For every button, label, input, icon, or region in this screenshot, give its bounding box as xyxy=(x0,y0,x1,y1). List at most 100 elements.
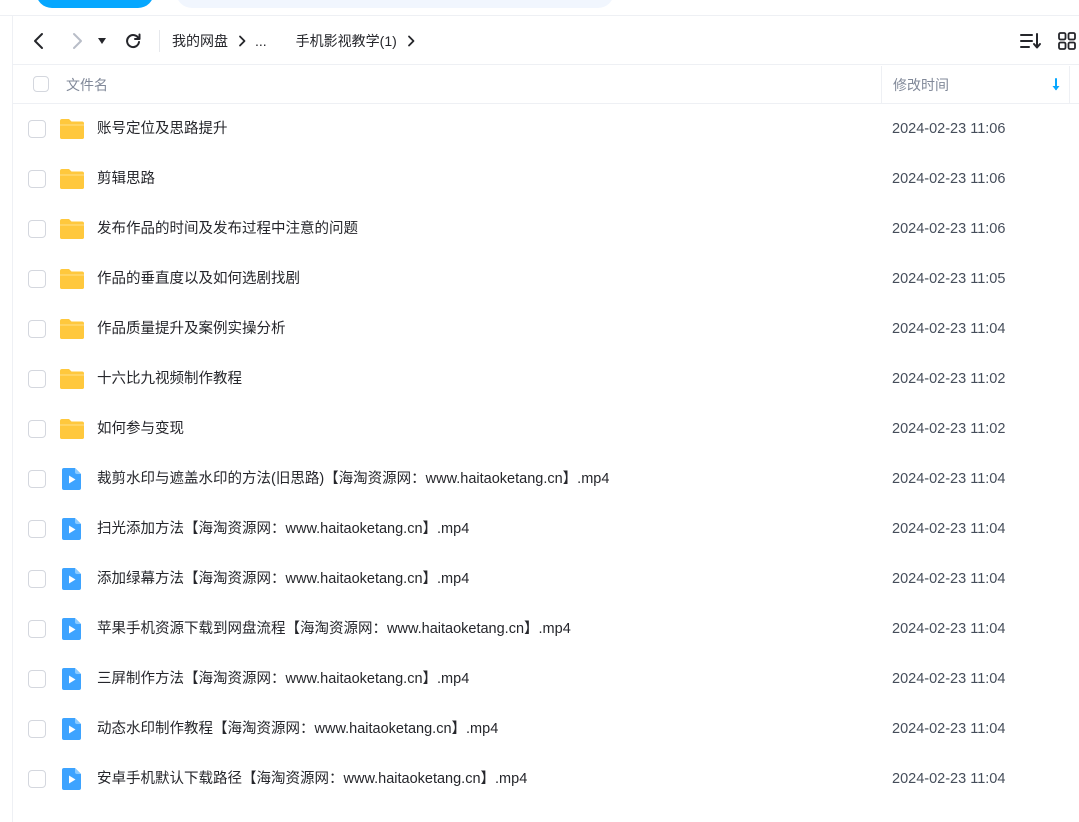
breadcrumb: 我的网盘 ... 手机影视教学(1) xyxy=(172,17,424,65)
video-file-icon xyxy=(59,767,85,791)
chevron-left-icon xyxy=(34,33,43,49)
row-checkbox[interactable] xyxy=(28,370,46,388)
video-file-icon xyxy=(59,617,85,641)
file-modified-time: 2024-02-23 11:04 xyxy=(892,721,1006,737)
file-name[interactable]: 如何参与变现 xyxy=(97,404,184,454)
folder-icon xyxy=(59,417,85,441)
file-modified-time: 2024-02-23 11:04 xyxy=(892,671,1006,687)
toolbar: 我的网盘 ... 手机影视教学(1) xyxy=(13,17,1079,65)
top-bar xyxy=(0,0,1079,16)
file-name[interactable]: 账号定位及思路提升 xyxy=(97,104,228,154)
row-checkbox[interactable] xyxy=(28,570,46,588)
row-checkbox[interactable] xyxy=(28,470,46,488)
video-file-icon xyxy=(59,667,85,691)
file-list: 账号定位及思路提升 2024-02-23 11:06 剪辑思路 2024-02-23 … xyxy=(13,104,1079,804)
row-checkbox[interactable] xyxy=(28,720,46,738)
video-file-icon xyxy=(59,717,85,741)
file-row[interactable]: 裁剪水印与遮盖水印的方法(旧思路)【海淘资源网：www.haitaoketang… xyxy=(13,454,1079,504)
folder-icon xyxy=(59,267,85,291)
file-modified-time: 2024-02-23 11:02 xyxy=(892,421,1006,437)
row-checkbox[interactable] xyxy=(28,270,46,288)
column-header-time[interactable]: 修改时间 xyxy=(893,66,949,104)
file-row[interactable]: 三屏制作方法【海淘资源网：www.haitaoketang.cn】.mp4 202… xyxy=(13,654,1079,704)
row-checkbox[interactable] xyxy=(28,320,46,338)
file-row[interactable]: 发布作品的时间及发布过程中注意的问题 2024-02-23 11:06 xyxy=(13,204,1079,254)
caret-down-icon xyxy=(98,38,106,44)
toolbar-divider xyxy=(159,30,160,52)
file-row[interactable]: 安卓手机默认下载路径【海淘资源网：www.haitaoketang.cn】.mp… xyxy=(13,754,1079,804)
row-checkbox[interactable] xyxy=(28,620,46,638)
file-row[interactable]: 作品的垂直度以及如何选剧找剧 2024-02-23 11:05 xyxy=(13,254,1079,304)
file-modified-time: 2024-02-23 11:06 xyxy=(892,171,1006,187)
file-row[interactable]: 苹果手机资源下载到网盘流程【海淘资源网：www.haitaoketang.cn】… xyxy=(13,604,1079,654)
row-checkbox[interactable] xyxy=(28,670,46,688)
row-checkbox[interactable] xyxy=(28,220,46,238)
row-checkbox[interactable] xyxy=(28,520,46,538)
folder-icon xyxy=(59,317,85,341)
folder-icon xyxy=(59,367,85,391)
view-controls xyxy=(1019,29,1079,53)
breadcrumb-chevron-icon xyxy=(407,35,415,47)
back-button[interactable] xyxy=(27,29,51,53)
file-modified-time: 2024-02-23 11:06 xyxy=(892,221,1006,237)
row-checkbox[interactable] xyxy=(28,170,46,188)
file-modified-time: 2024-02-23 11:05 xyxy=(892,271,1006,287)
file-row[interactable]: 扫光添加方法【海淘资源网：www.haitaoketang.cn】.mp4 202… xyxy=(13,504,1079,554)
file-row[interactable]: 作品质量提升及案例实操分析 2024-02-23 11:04 xyxy=(13,304,1079,354)
file-modified-time: 2024-02-23 11:04 xyxy=(892,521,1006,537)
folder-icon xyxy=(59,117,85,141)
row-checkbox[interactable] xyxy=(28,770,46,788)
video-file-icon xyxy=(59,467,85,491)
search-input[interactable] xyxy=(176,0,614,8)
breadcrumb-item-ellipsis[interactable]: ... xyxy=(255,33,267,49)
file-row[interactable]: 账号定位及思路提升 2024-02-23 11:06 xyxy=(13,104,1079,154)
arrow-down-icon[interactable] xyxy=(1049,77,1063,93)
row-checkbox[interactable] xyxy=(28,420,46,438)
forward-button[interactable] xyxy=(65,29,89,53)
file-row[interactable]: 动态水印制作教程【海淘资源网：www.haitaoketang.cn】.mp4 2… xyxy=(13,704,1079,754)
file-list-header: 文件名 修改时间 xyxy=(13,66,1079,104)
video-file-icon xyxy=(59,567,85,591)
grid-view-button[interactable] xyxy=(1055,29,1079,53)
breadcrumb-item-root[interactable]: 我的网盘 xyxy=(172,31,228,51)
file-name[interactable]: 扫光添加方法【海淘资源网：www.haitaoketang.cn】.mp4 xyxy=(97,504,469,554)
file-name[interactable]: 剪辑思路 xyxy=(97,154,155,204)
chevron-right-icon xyxy=(73,33,82,49)
grid-view-icon xyxy=(1058,32,1076,50)
column-header-name[interactable]: 文件名 xyxy=(66,66,108,104)
column-divider xyxy=(1069,66,1070,104)
refresh-icon xyxy=(126,33,141,49)
file-name[interactable]: 十六比九视频制作教程 xyxy=(97,354,242,404)
file-modified-time: 2024-02-23 11:04 xyxy=(892,471,1006,487)
file-name[interactable]: 添加绿幕方法【海淘资源网：www.haitaoketang.cn】.mp4 xyxy=(97,554,469,604)
refresh-button[interactable] xyxy=(121,29,145,53)
file-name[interactable]: 三屏制作方法【海淘资源网：www.haitaoketang.cn】.mp4 xyxy=(97,654,469,704)
file-modified-time: 2024-02-23 11:04 xyxy=(892,771,1006,787)
sort-list-button[interactable] xyxy=(1019,29,1043,53)
file-name[interactable]: 作品质量提升及案例实操分析 xyxy=(97,304,286,354)
row-checkbox[interactable] xyxy=(28,120,46,138)
file-row[interactable]: 添加绿幕方法【海淘资源网：www.haitaoketang.cn】.mp4 202… xyxy=(13,554,1079,604)
file-name[interactable]: 发布作品的时间及发布过程中注意的问题 xyxy=(97,204,358,254)
breadcrumb-item-current[interactable]: 手机影视教学(1) xyxy=(296,31,397,51)
breadcrumb-chevron-icon xyxy=(238,35,246,47)
sort-list-icon xyxy=(1020,33,1041,49)
file-modified-time: 2024-02-23 11:04 xyxy=(892,571,1006,587)
file-modified-time: 2024-02-23 11:06 xyxy=(892,121,1006,137)
file-name[interactable]: 动态水印制作教程【海淘资源网：www.haitaoketang.cn】.mp4 xyxy=(97,704,498,754)
column-divider[interactable] xyxy=(881,66,882,104)
file-name[interactable]: 安卓手机默认下载路径【海淘资源网：www.haitaoketang.cn】.mp… xyxy=(97,754,527,804)
file-row[interactable]: 剪辑思路 2024-02-23 11:06 xyxy=(13,154,1079,204)
file-name[interactable]: 作品的垂直度以及如何选剧找剧 xyxy=(97,254,300,304)
file-row[interactable]: 如何参与变现 2024-02-23 11:02 xyxy=(13,404,1079,454)
file-modified-time: 2024-02-23 11:04 xyxy=(892,321,1006,337)
file-modified-time: 2024-02-23 11:02 xyxy=(892,371,1006,387)
file-row[interactable]: 十六比九视频制作教程 2024-02-23 11:02 xyxy=(13,354,1079,404)
file-name[interactable]: 裁剪水印与遮盖水印的方法(旧思路)【海淘资源网：www.haitaoketang… xyxy=(97,454,609,504)
history-dropdown[interactable] xyxy=(95,29,109,53)
file-name[interactable]: 苹果手机资源下载到网盘流程【海淘资源网：www.haitaoketang.cn】… xyxy=(97,604,571,654)
folder-icon xyxy=(59,167,85,191)
folder-icon xyxy=(59,217,85,241)
upload-button[interactable] xyxy=(36,0,154,8)
select-all-checkbox[interactable] xyxy=(33,76,49,92)
